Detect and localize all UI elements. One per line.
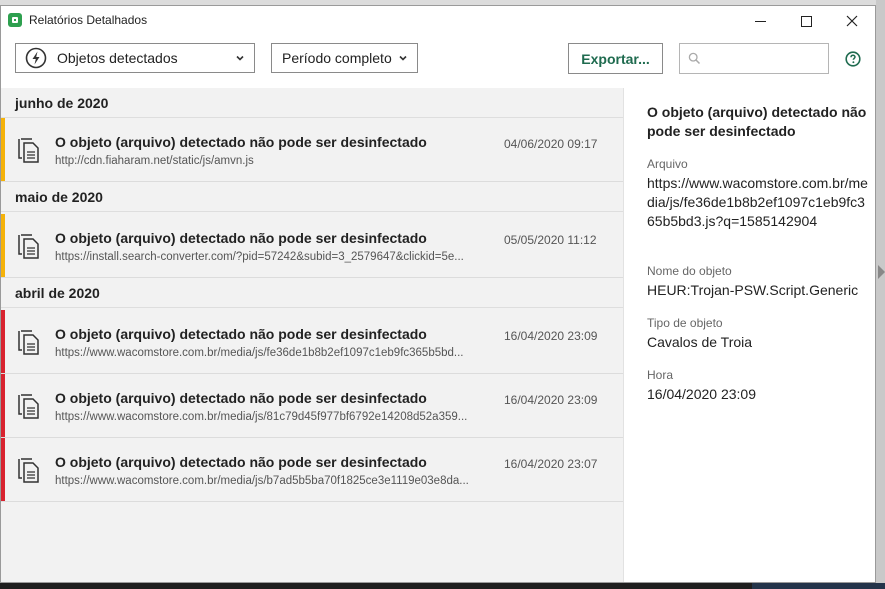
chevron-down-icon — [399, 55, 407, 61]
threat-bolt-icon — [25, 47, 47, 69]
title-bar[interactable]: Relatórios Detalhados — [1, 6, 875, 36]
severity-indicator — [1, 118, 5, 181]
close-button[interactable] — [829, 6, 875, 36]
taskbar-item — [752, 583, 885, 589]
object-name-label: Nome do objeto — [647, 264, 732, 278]
group-header-label: abril de 2020 — [15, 285, 100, 301]
export-button[interactable]: Exportar... — [568, 43, 663, 74]
toolbar: Objetos detectados Período completo Expo… — [1, 36, 875, 88]
list-item[interactable]: O objeto (arquivo) detectado não pode se… — [1, 438, 623, 502]
group-header: junho de 2020 — [1, 88, 623, 118]
list-item[interactable]: O objeto (arquivo) detectado não pode se… — [1, 310, 623, 374]
item-title: O objeto (arquivo) detectado não pode se… — [55, 134, 427, 150]
close-icon — [846, 15, 858, 27]
app-shield-icon — [8, 13, 22, 27]
document-copy-icon — [18, 138, 39, 163]
filter-dropdown[interactable]: Objetos detectados — [15, 43, 255, 73]
document-copy-icon — [18, 330, 39, 355]
item-date: 16/04/2020 23:09 — [504, 393, 598, 407]
chevron-down-icon — [236, 55, 244, 61]
period-dropdown-value: Período completo — [282, 50, 392, 66]
item-title: O objeto (arquivo) detectado não pode se… — [55, 390, 427, 406]
object-type-value: Cavalos de Troia — [647, 334, 753, 350]
filter-dropdown-value: Objetos detectados — [57, 50, 178, 66]
severity-indicator — [1, 438, 5, 501]
list-item[interactable]: O objeto (arquivo) detectado não pode se… — [1, 214, 623, 278]
item-date: 16/04/2020 23:07 — [504, 457, 598, 471]
item-title: O objeto (arquivo) detectado não pode se… — [55, 230, 427, 246]
object-name-value: HEUR:Trojan-PSW.Script.Generic — [647, 282, 859, 298]
time-label: Hora — [647, 368, 674, 382]
severity-indicator — [1, 214, 5, 277]
item-url: https://install.search-converter.com/?pi… — [55, 251, 464, 263]
reports-window: Relatórios Detalhados Objetos detectados… — [0, 5, 876, 583]
details-panel: O objeto (arquivo) detectado não pode se… — [624, 88, 875, 582]
details-title: O objeto (arquivo) detectado não pode se… — [647, 104, 867, 139]
maximize-button[interactable] — [783, 6, 829, 36]
item-date: 16/04/2020 23:09 — [504, 329, 598, 343]
reports-list: junho de 2020 O objeto (arquivo) detecta… — [1, 88, 623, 582]
file-label: Arquivo — [647, 157, 688, 171]
object-type-label: Tipo de objeto — [647, 316, 723, 330]
item-url: https://www.wacomstore.com.br/media/js/f… — [55, 347, 464, 359]
document-copy-icon — [18, 234, 39, 259]
group-header: maio de 2020 — [1, 182, 623, 212]
item-url: https://www.wacomstore.com.br/media/js/8… — [55, 411, 468, 423]
help-icon[interactable] — [845, 51, 861, 67]
search-box[interactable] — [679, 43, 829, 74]
group-header-label: maio de 2020 — [15, 189, 103, 205]
document-copy-icon — [18, 458, 39, 483]
item-title: O objeto (arquivo) detectado não pode se… — [55, 326, 427, 342]
group-header: abril de 2020 — [1, 278, 623, 308]
window-title: Relatórios Detalhados — [29, 13, 148, 27]
group-header-label: junho de 2020 — [15, 95, 109, 111]
item-url: http://cdn.fiaharam.net/static/js/amvn.j… — [55, 155, 254, 167]
severity-indicator — [1, 310, 5, 373]
severity-indicator — [1, 374, 5, 437]
desktop-background-right — [876, 0, 885, 589]
item-date: 05/05/2020 11:12 — [504, 233, 597, 247]
item-date: 04/06/2020 09:17 — [504, 137, 598, 151]
time-value: 16/04/2020 23:09 — [647, 386, 756, 402]
search-icon — [688, 52, 701, 65]
scroll-arrow-icon — [878, 265, 885, 279]
search-input[interactable] — [706, 48, 828, 70]
list-item[interactable]: O objeto (arquivo) detectado não pode se… — [1, 374, 623, 438]
taskbar — [0, 583, 885, 589]
document-copy-icon — [18, 394, 39, 419]
item-title: O objeto (arquivo) detectado não pode se… — [55, 454, 427, 470]
maximize-icon — [800, 15, 812, 27]
item-url: https://www.wacomstore.com.br/media/js/b… — [55, 475, 469, 487]
file-value: https://www.wacomstore.com.br/media/js/f… — [647, 175, 868, 229]
minimize-icon — [754, 20, 766, 22]
minimize-button[interactable] — [737, 6, 783, 36]
list-item[interactable]: O objeto (arquivo) detectado não pode se… — [1, 118, 623, 182]
period-dropdown[interactable]: Período completo — [271, 43, 418, 73]
